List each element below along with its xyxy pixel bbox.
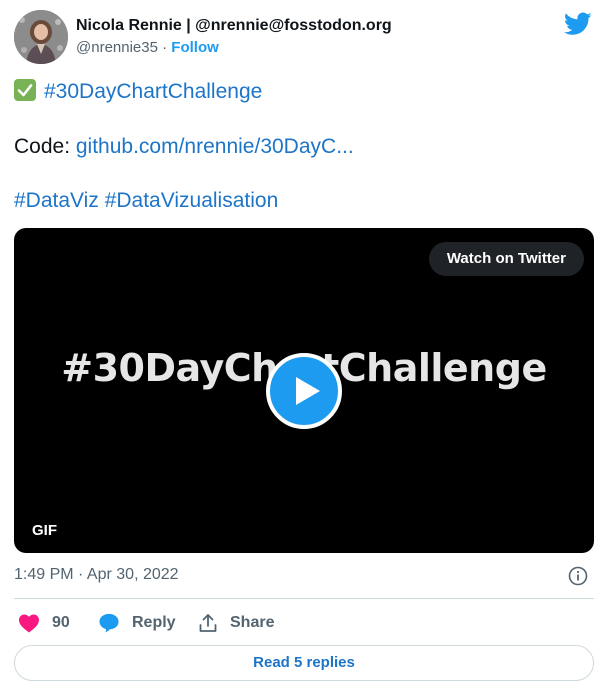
like-count: 90 [52, 614, 70, 631]
divider [14, 598, 594, 599]
check-mark-icon [14, 79, 36, 101]
reply-bubble-icon [99, 613, 119, 633]
reply-label: Reply [132, 614, 176, 631]
hashtag-dataviz[interactable]: #DataViz [14, 189, 99, 212]
hashtag-datavizualisation[interactable]: #DataVizualisation [105, 189, 279, 212]
author-names: Nicola Rennie | @nrennie@fosstodon.org @… [76, 16, 392, 58]
share-icon [199, 614, 217, 632]
code-line: Code: github.com/nrennie/30DayC... [14, 133, 354, 160]
handle-separator: · [157, 39, 172, 56]
share-label: Share [230, 614, 275, 631]
tweet-actions: 90 Reply Share [14, 608, 594, 638]
info-icon[interactable] [568, 566, 588, 586]
follow-button[interactable]: Follow [171, 39, 219, 56]
play-icon[interactable] [266, 353, 342, 429]
author-display-name[interactable]: Nicola Rennie | @nrennie@fosstodon.org [76, 16, 392, 36]
author-handle-line: @nrennie35 · Follow [76, 38, 392, 58]
reply-button[interactable]: Reply [98, 608, 176, 638]
read-replies-button[interactable]: Read 5 replies [14, 645, 594, 681]
like-button[interactable]: 90 [18, 608, 70, 638]
author-handle[interactable]: @nrennie35 [76, 39, 158, 56]
tweet-timestamp[interactable]: 1:49 PM · Apr 30, 2022 [14, 566, 179, 584]
hashtag-line: #30DayChartChallenge [14, 78, 262, 105]
code-link[interactable]: github.com/nrennie/30DayC... [76, 135, 354, 158]
tweet-header: Nicola Rennie | @nrennie@fosstodon.org @… [14, 10, 594, 66]
tags-line: #DataViz #DataVizualisation [14, 187, 278, 214]
code-prefix: Code: [14, 135, 76, 158]
gif-badge: GIF [32, 522, 57, 539]
watch-on-twitter-button[interactable]: Watch on Twitter [428, 242, 584, 276]
avatar[interactable] [14, 10, 68, 64]
hashtag-link[interactable]: #30DayChartChallenge [44, 80, 262, 103]
heart-icon [19, 614, 39, 633]
gif-media[interactable]: Watch on Twitter #30DayChartChallenge GI… [14, 228, 594, 553]
twitter-bird-icon[interactable] [564, 12, 592, 36]
share-button[interactable]: Share [198, 608, 274, 638]
